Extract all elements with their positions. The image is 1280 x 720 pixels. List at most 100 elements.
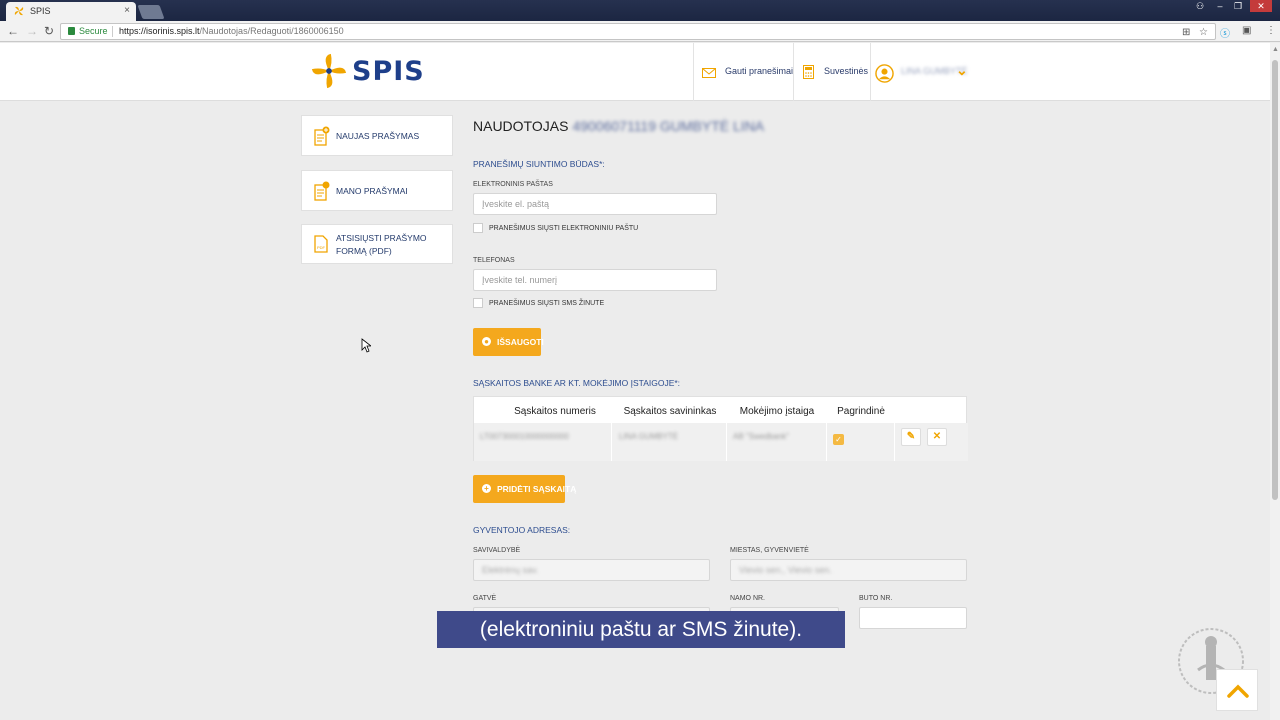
back-icon[interactable]: ←: [7, 24, 19, 38]
street-label: GATVĖ: [473, 595, 497, 602]
resident-address-heading: GYVENTOJO ADRESAS:: [473, 525, 571, 535]
payment-institution-cell: AB "Swedbank": [733, 432, 789, 441]
get-notifications-link[interactable]: Gauti pranešimai: [693, 43, 793, 101]
email-label: ELEKTRONINIS PAŠTAS: [473, 181, 553, 188]
sms-notify-checkbox[interactable]: [473, 298, 483, 308]
primary-check-icon: ✓: [833, 434, 844, 445]
chrome-menu-icon[interactable]: ⋮: [1266, 25, 1276, 36]
bookmark-star-icon[interactable]: ☆: [1199, 25, 1208, 40]
table-header: Sąskaitos numeris: [514, 406, 596, 417]
city-label: MIESTAS, GYVENVIETĖ: [730, 547, 809, 554]
phone-label: TELEFONAS: [473, 257, 515, 264]
new-tab-button[interactable]: [137, 5, 165, 19]
sidebar-item-download-form[interactable]: PDF ATSISIŲSTI PRAŠYMO FORMĄ (PDF): [301, 224, 453, 264]
url-input[interactable]: Secure https://isorinis.spis.lt/Naudotoj…: [60, 23, 1216, 40]
table-header: Mokėjimo įstaiga: [739, 406, 815, 417]
forward-icon[interactable]: →: [26, 24, 38, 38]
site-header: SPIS Gauti pranešimai Suvestinės LINA GU…: [0, 43, 1270, 101]
sidebar-item-label: NAUJAS PRAŠYMAS: [336, 131, 420, 141]
cell-divider: [826, 423, 827, 461]
sidebar-label-line2: FORMĄ (PDF): [336, 246, 392, 256]
municipality-label: SAVIVALDYBĖ: [473, 547, 521, 554]
account-owner-cell: LINA GUMBYTĖ: [619, 432, 679, 441]
browser-tab[interactable]: SPIS ×: [6, 2, 136, 21]
add-account-button[interactable]: + PRIDĖTI SĄSKAITĄ: [473, 475, 576, 503]
chevron-up-icon: [1227, 684, 1249, 698]
chevron-down-icon[interactable]: ⌄: [956, 62, 968, 79]
profile-icon[interactable]: ⚇: [1192, 0, 1208, 12]
address-bar: ← → ↻ Secure https://isorinis.spis.lt/Na…: [0, 21, 1280, 42]
sms-notify-label: PRANEŠIMUS SIŲSTI SMS ŽINUTE: [489, 300, 605, 307]
my-documents-icon: [314, 181, 330, 201]
save-button-label: IŠSAUGOTI: [497, 337, 544, 347]
calculator-icon: [803, 65, 814, 79]
logo-text[interactable]: SPIS: [352, 56, 425, 87]
table-header: Pagrindinė: [837, 406, 885, 417]
bank-accounts-table: Sąskaitos numeris Sąskaitos savininkas M…: [473, 396, 968, 461]
svg-text:PDF: PDF: [317, 245, 326, 250]
url-path: /Naudotojas/Redaguoti/1860006150: [199, 26, 344, 36]
summaries-label: Suvestinės: [824, 66, 869, 76]
summaries-link[interactable]: Suvestinės: [793, 43, 870, 101]
sidebar-item-new-request[interactable]: NAUJAS PRAŠYMAS: [301, 115, 453, 156]
scroll-up-icon[interactable]: ▲: [1272, 46, 1279, 53]
lock-icon: [68, 27, 75, 35]
municipality-value: Elektrėnų sav.: [482, 565, 539, 575]
notification-method-text: PRANEŠIMŲ SIUNTIMO BŪDAS: [473, 159, 600, 169]
skype-extension-icon[interactable]: ⓢ: [1220, 25, 1230, 40]
email-notify-checkbox[interactable]: [473, 223, 483, 233]
translate-icon[interactable]: ⊞: [1182, 25, 1190, 40]
cell-divider: [894, 423, 895, 461]
email-notify-label: PRANEŠIMUS SIŲSTI ELEKTRONINIU PAŠTU: [489, 225, 639, 232]
omnibox-divider: [112, 26, 113, 37]
save-button[interactable]: ● IŠSAUGOTI: [473, 328, 544, 356]
page-title-text: NAUDOTOJAS: [473, 118, 569, 134]
user-menu[interactable]: LINA GUMBYTĖ ⌄: [870, 43, 980, 101]
sidebar-item-my-requests[interactable]: MANO PRAŠYMAI: [301, 170, 453, 211]
tab-close-icon[interactable]: ×: [124, 5, 130, 16]
user-avatar-icon: [875, 64, 894, 83]
add-account-label: PRIDĖTI SĄSKAITĄ: [497, 484, 577, 494]
notifications-label: Gauti pranešimai: [725, 66, 794, 76]
house-number-label: NAMO NR.: [730, 595, 765, 602]
cell-divider: [611, 423, 612, 461]
required-marker: *:: [674, 378, 681, 388]
page-title: NAUDOTOJAS 49006071119 GUMBYTĖ LINA: [473, 118, 764, 134]
video-subtitle: (elektroniniu paštu ar SMS žinute).: [437, 611, 845, 648]
flat-number-label: BUTO NR.: [859, 595, 893, 602]
municipality-field[interactable]: Elektrėnų sav.: [473, 559, 710, 581]
spis-favicon-icon: [14, 6, 24, 16]
scrollbar-thumb[interactable]: [1272, 60, 1278, 500]
table-header: Sąskaitos savininkas: [623, 406, 717, 417]
browser-titlebar: SPIS × ⚇ – ❐ ✕: [0, 0, 1280, 21]
extension-icon[interactable]: ▣: [1242, 25, 1251, 36]
url-host: https://isorinis.spis.lt: [119, 26, 200, 36]
minimize-icon[interactable]: –: [1212, 0, 1228, 12]
tab-title: SPIS: [30, 6, 51, 16]
sidebar-item-label: MANO PRAŠYMAI: [336, 186, 408, 196]
edit-pencil-icon[interactable]: ✎: [901, 428, 921, 446]
bank-accounts-text: SĄSKAITOS BANKE AR KT. MOKĖJIMO ĮSTAIGOJ…: [473, 378, 675, 388]
secure-label: Secure: [79, 26, 108, 36]
sidebar-label-line1: ATSISIŲSTI PRAŠYMO: [336, 233, 427, 243]
scroll-to-top-button[interactable]: [1216, 669, 1258, 711]
plus-circle-icon: +: [482, 484, 491, 493]
envelope-icon: [702, 68, 716, 78]
phone-field[interactable]: Įveskite tel. numerį: [473, 269, 717, 291]
reload-icon[interactable]: ↻: [44, 24, 54, 38]
spis-logo-icon[interactable]: [310, 52, 348, 90]
delete-x-icon[interactable]: ✕: [927, 428, 947, 446]
window-close-icon[interactable]: ✕: [1250, 0, 1272, 12]
required-marker: *:: [599, 159, 605, 169]
city-field[interactable]: Vievio sen., Vievio sen.: [730, 559, 967, 581]
account-number-cell: LT007300010000000000: [480, 432, 569, 441]
save-circle-icon: ●: [482, 337, 491, 346]
city-value: Vievio sen., Vievio sen.: [739, 565, 832, 575]
sidebar-item-label: ATSISIŲSTI PRAŠYMO FORMĄ (PDF): [336, 232, 427, 258]
new-document-icon: [314, 126, 330, 146]
flat-number-field[interactable]: [859, 607, 967, 629]
cell-divider: [726, 423, 727, 461]
notification-method-heading: PRANEŠIMŲ SIUNTIMO BŪDAS*:: [473, 159, 605, 169]
restore-icon[interactable]: ❐: [1230, 0, 1246, 12]
email-field[interactable]: Įveskite el. paštą: [473, 193, 717, 215]
